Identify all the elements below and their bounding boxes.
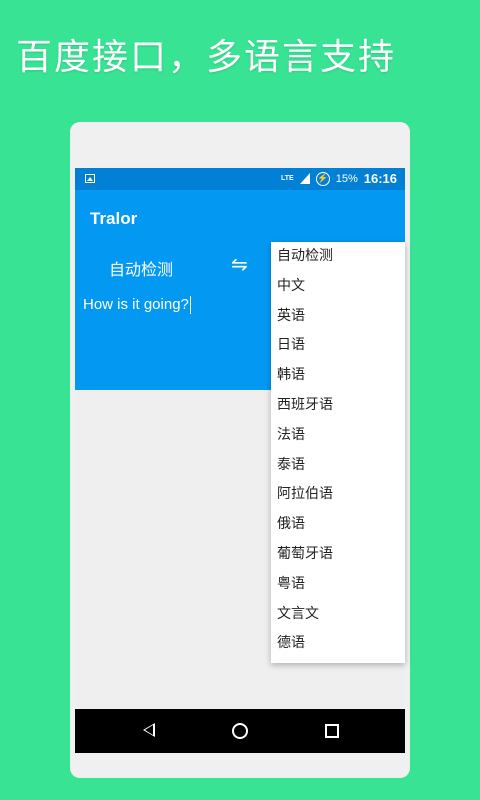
power-saving-icon: ⚡ xyxy=(315,171,330,186)
dropdown-option[interactable]: 葡萄牙语 xyxy=(271,540,405,570)
dropdown-option[interactable]: 文言文 xyxy=(271,600,405,630)
app-title: Tralor xyxy=(90,209,138,228)
dropdown-option[interactable]: 阿拉伯语 xyxy=(271,480,405,510)
input-text-value: How is it going? xyxy=(83,296,189,313)
signal-icon xyxy=(299,173,310,184)
promo-headline: 百度接口，多语言支持 xyxy=(16,37,397,78)
image-notification-icon xyxy=(85,174,95,183)
back-icon[interactable] xyxy=(143,723,155,737)
dropdown-option[interactable]: 日语 xyxy=(271,331,405,361)
source-language-selector[interactable]: 自动检测 xyxy=(109,256,173,280)
swap-languages-icon[interactable]: ⇋ xyxy=(231,254,248,274)
lte-indicator: LTE xyxy=(281,175,294,182)
dropdown-option[interactable]: 韩语 xyxy=(271,361,405,391)
battery-percent: 15% xyxy=(335,172,358,185)
navigation-bar xyxy=(75,709,405,753)
recent-apps-icon[interactable] xyxy=(325,724,339,738)
dropdown-option[interactable]: 德语 xyxy=(271,629,405,659)
dropdown-option[interactable]: 自动检测 xyxy=(271,242,405,272)
language-dropdown[interactable]: 自动检测 中文 英语 日语 韩语 西班牙语 法语 泰语 阿拉伯语 俄语 葡萄牙语… xyxy=(271,242,405,663)
dropdown-option[interactable]: 泰语 xyxy=(271,451,405,481)
dropdown-option[interactable]: 俄语 xyxy=(271,510,405,540)
home-icon[interactable] xyxy=(232,723,248,739)
dropdown-option[interactable]: 粤语 xyxy=(271,570,405,600)
dropdown-option[interactable]: 法语 xyxy=(271,421,405,451)
status-time: 16:16 xyxy=(363,171,397,186)
translation-input[interactable]: How is it going? xyxy=(83,296,191,315)
dropdown-option[interactable]: 西班牙语 xyxy=(271,391,405,421)
dropdown-option[interactable]: 英语 xyxy=(271,302,405,332)
text-cursor xyxy=(189,296,191,315)
dropdown-option[interactable]: 中文 xyxy=(271,272,405,302)
status-bar: LTE ⚡ 15% 16:16 xyxy=(75,168,405,190)
